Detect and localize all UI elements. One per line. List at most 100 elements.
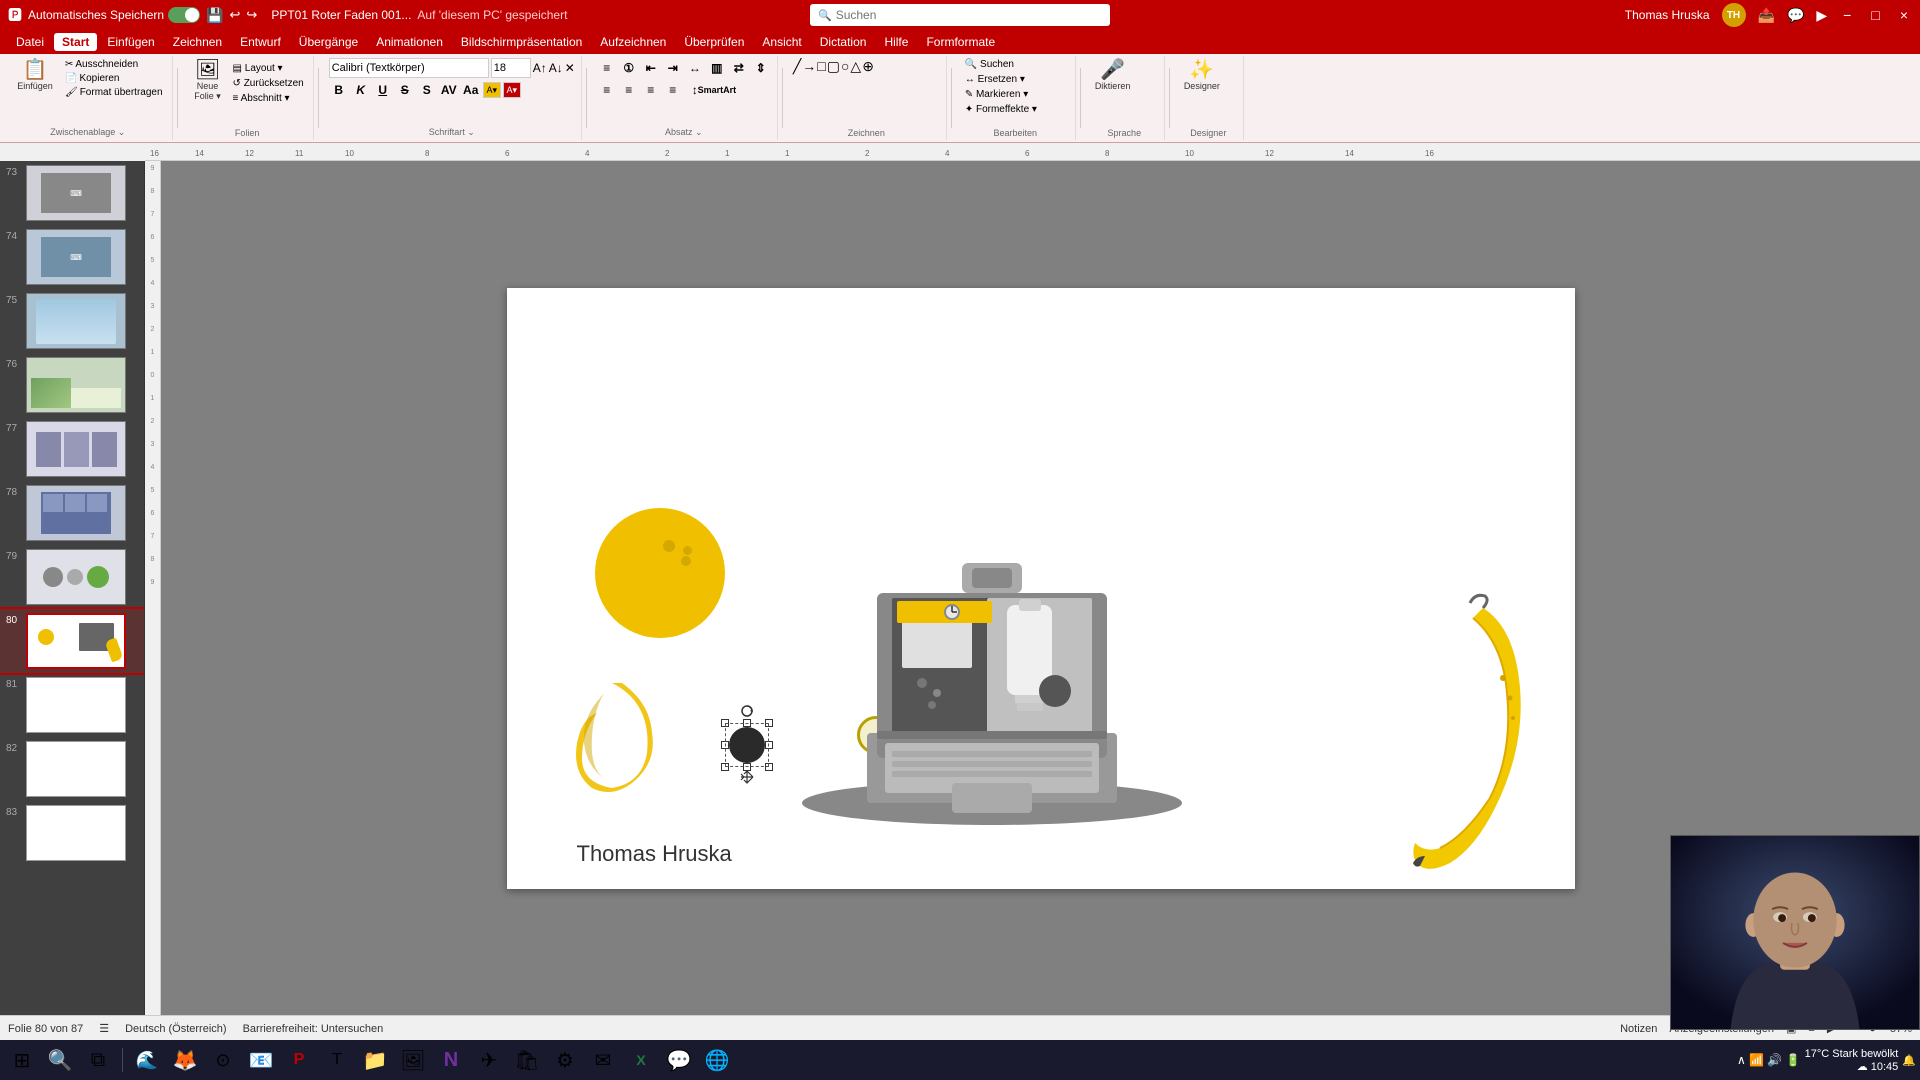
task-view-icon[interactable]: ⧉: [80, 1042, 116, 1078]
slide-info-icon[interactable]: ☰: [99, 1022, 109, 1035]
present-icon[interactable]: ▶: [1816, 7, 1827, 24]
menu-uebergaenge[interactable]: Übergänge: [291, 33, 366, 51]
small-circle-selected[interactable]: [725, 723, 769, 767]
mail-icon[interactable]: ✉: [585, 1042, 621, 1078]
chrome-icon[interactable]: ⊙: [205, 1042, 241, 1078]
shape-more[interactable]: ⊕: [862, 58, 874, 75]
search-input[interactable]: [836, 8, 1102, 22]
align-left[interactable]: ≡: [597, 80, 617, 100]
menu-dictation[interactable]: Dictation: [812, 33, 875, 51]
slide-item-80[interactable]: 80: [0, 609, 144, 673]
shape-line[interactable]: ╱: [793, 58, 801, 75]
canvas-area[interactable]: Thomas Hruska: [161, 161, 1920, 1015]
slide-item-78[interactable]: 78: [0, 481, 144, 545]
btn-diktieren[interactable]: 🎤 Diktieren: [1091, 58, 1135, 93]
strike-btn[interactable]: S: [395, 80, 415, 100]
settings-icon[interactable]: ⚙: [547, 1042, 583, 1078]
system-icons[interactable]: ∧ 📶 🔊 🔋: [1737, 1053, 1801, 1067]
menu-entwurf[interactable]: Entwurf: [232, 33, 289, 51]
shape-rect[interactable]: □: [817, 58, 825, 75]
user-avatar[interactable]: TH: [1722, 3, 1746, 27]
laptop-illustration[interactable]: [777, 443, 1207, 843]
rotation-handle[interactable]: [739, 703, 755, 719]
shape-rrect[interactable]: ▢: [827, 58, 840, 75]
onenote-icon[interactable]: N: [433, 1042, 469, 1078]
edge-icon[interactable]: 🌊: [129, 1042, 165, 1078]
slide-item-77[interactable]: 77: [0, 417, 144, 481]
menu-ueberpruefen[interactable]: Überprüfen: [676, 33, 752, 51]
font-clear[interactable]: ✕: [565, 61, 575, 75]
menu-datei[interactable]: Datei: [8, 33, 52, 51]
telegram-icon[interactable]: ✈: [471, 1042, 507, 1078]
font-decrease[interactable]: A↓: [549, 61, 563, 75]
rtl-ltr[interactable]: ↔: [685, 58, 705, 78]
banana[interactable]: [1355, 588, 1530, 873]
crescent-shape[interactable]: [562, 673, 662, 793]
menu-bildschirm[interactable]: Bildschirmpräsentation: [453, 33, 590, 51]
slide-panel[interactable]: 73 ⌨ 74 ⌨ 75 76 7: [0, 161, 145, 1015]
minimize-btn[interactable]: −: [1839, 7, 1855, 23]
slide-item-75[interactable]: 75: [0, 289, 144, 353]
save-icon[interactable]: 💾: [206, 7, 223, 24]
btn-layout[interactable]: ▤ Layout ▾: [230, 62, 307, 75]
list-num[interactable]: ①: [619, 58, 639, 78]
start-icon[interactable]: ⊞: [4, 1042, 40, 1078]
bold-btn[interactable]: B: [329, 80, 349, 100]
smartart[interactable]: SmartArt: [707, 80, 727, 100]
excel-icon[interactable]: X: [623, 1042, 659, 1078]
autosave-switch[interactable]: [168, 7, 200, 23]
btn-designer[interactable]: ✨ Designer: [1180, 58, 1224, 93]
share-icon[interactable]: 📤: [1758, 7, 1775, 24]
autosave-toggle[interactable]: Automatisches Speichern: [28, 7, 200, 23]
explorer-icon[interactable]: 📁: [357, 1042, 393, 1078]
font-color[interactable]: A▾: [503, 82, 521, 98]
teams-icon[interactable]: T: [319, 1042, 355, 1078]
menu-hilfe[interactable]: Hilfe: [876, 33, 916, 51]
clock[interactable]: 17°C Stark bewölkt ☁ 10:45: [1805, 1048, 1899, 1073]
outlook-icon[interactable]: 📧: [243, 1042, 279, 1078]
menu-ansicht[interactable]: Ansicht: [754, 33, 809, 51]
btn-markieren[interactable]: ✎ Markieren ▾: [962, 88, 1031, 101]
align-right[interactable]: ≡: [641, 80, 661, 100]
btn-abschnitt[interactable]: ≡ Abschnitt ▾: [230, 92, 307, 105]
skype-icon[interactable]: 💬: [661, 1042, 697, 1078]
highlight-color[interactable]: A▾: [483, 82, 501, 98]
redo-icon[interactable]: ↪: [246, 7, 257, 23]
shape-circle[interactable]: ○: [841, 58, 849, 75]
align-just[interactable]: ≡: [663, 80, 683, 100]
menu-start[interactable]: Start: [54, 33, 97, 51]
font-size-input[interactable]: [491, 58, 531, 78]
indent-inc[interactable]: ⇥: [663, 58, 683, 78]
shape-tri[interactable]: △: [850, 58, 861, 75]
slide-item-82[interactable]: 82: [0, 737, 144, 801]
move-handle[interactable]: [739, 769, 755, 785]
accessibility-indicator[interactable]: Barrierefreiheit: Untersuchen: [243, 1023, 384, 1035]
shadow-btn[interactable]: S: [417, 80, 437, 100]
comment-icon[interactable]: 💬: [1787, 7, 1804, 24]
menu-einfuegen[interactable]: Einfügen: [99, 33, 162, 51]
btn-formeffekte[interactable]: ✦ Formeffekte ▾: [962, 103, 1040, 116]
btn-ersetzen[interactable]: ↔ Ersetzen ▾: [962, 73, 1028, 86]
font-name-input[interactable]: [329, 58, 489, 78]
photos-icon[interactable]: 🖼: [395, 1042, 431, 1078]
btn-neue-folie[interactable]: 🖼 NeueFolie ▾: [188, 58, 228, 104]
btn-einfuegen[interactable]: 📋 Einfügen: [10, 58, 60, 93]
menu-aufzeichnen[interactable]: Aufzeichnen: [592, 33, 674, 51]
case-btn[interactable]: Aa: [461, 80, 481, 100]
firefox-icon[interactable]: 🦊: [167, 1042, 203, 1078]
list-bullet[interactable]: ≡: [597, 58, 617, 78]
browser2-icon[interactable]: 🌐: [699, 1042, 735, 1078]
btn-kopieren[interactable]: 📄 Kopieren: [62, 72, 166, 85]
slide-item-76[interactable]: 76: [0, 353, 144, 417]
btn-format[interactable]: 🖌 Format übertragen: [62, 86, 166, 99]
text-align-btn[interactable]: ⇕: [751, 58, 771, 78]
notes-btn[interactable]: Notizen: [1620, 1023, 1657, 1035]
menu-formformate[interactable]: Formformate: [918, 33, 1003, 51]
btn-zuruecksetzen[interactable]: ↺ Zurücksetzen: [230, 77, 307, 90]
slide-item-73[interactable]: 73 ⌨: [0, 161, 144, 225]
indent-dec[interactable]: ⇤: [641, 58, 661, 78]
align-center[interactable]: ≡: [619, 80, 639, 100]
col-btn[interactable]: ▥: [707, 58, 727, 78]
maximize-btn[interactable]: □: [1867, 7, 1883, 23]
slide-canvas[interactable]: Thomas Hruska: [507, 288, 1575, 889]
